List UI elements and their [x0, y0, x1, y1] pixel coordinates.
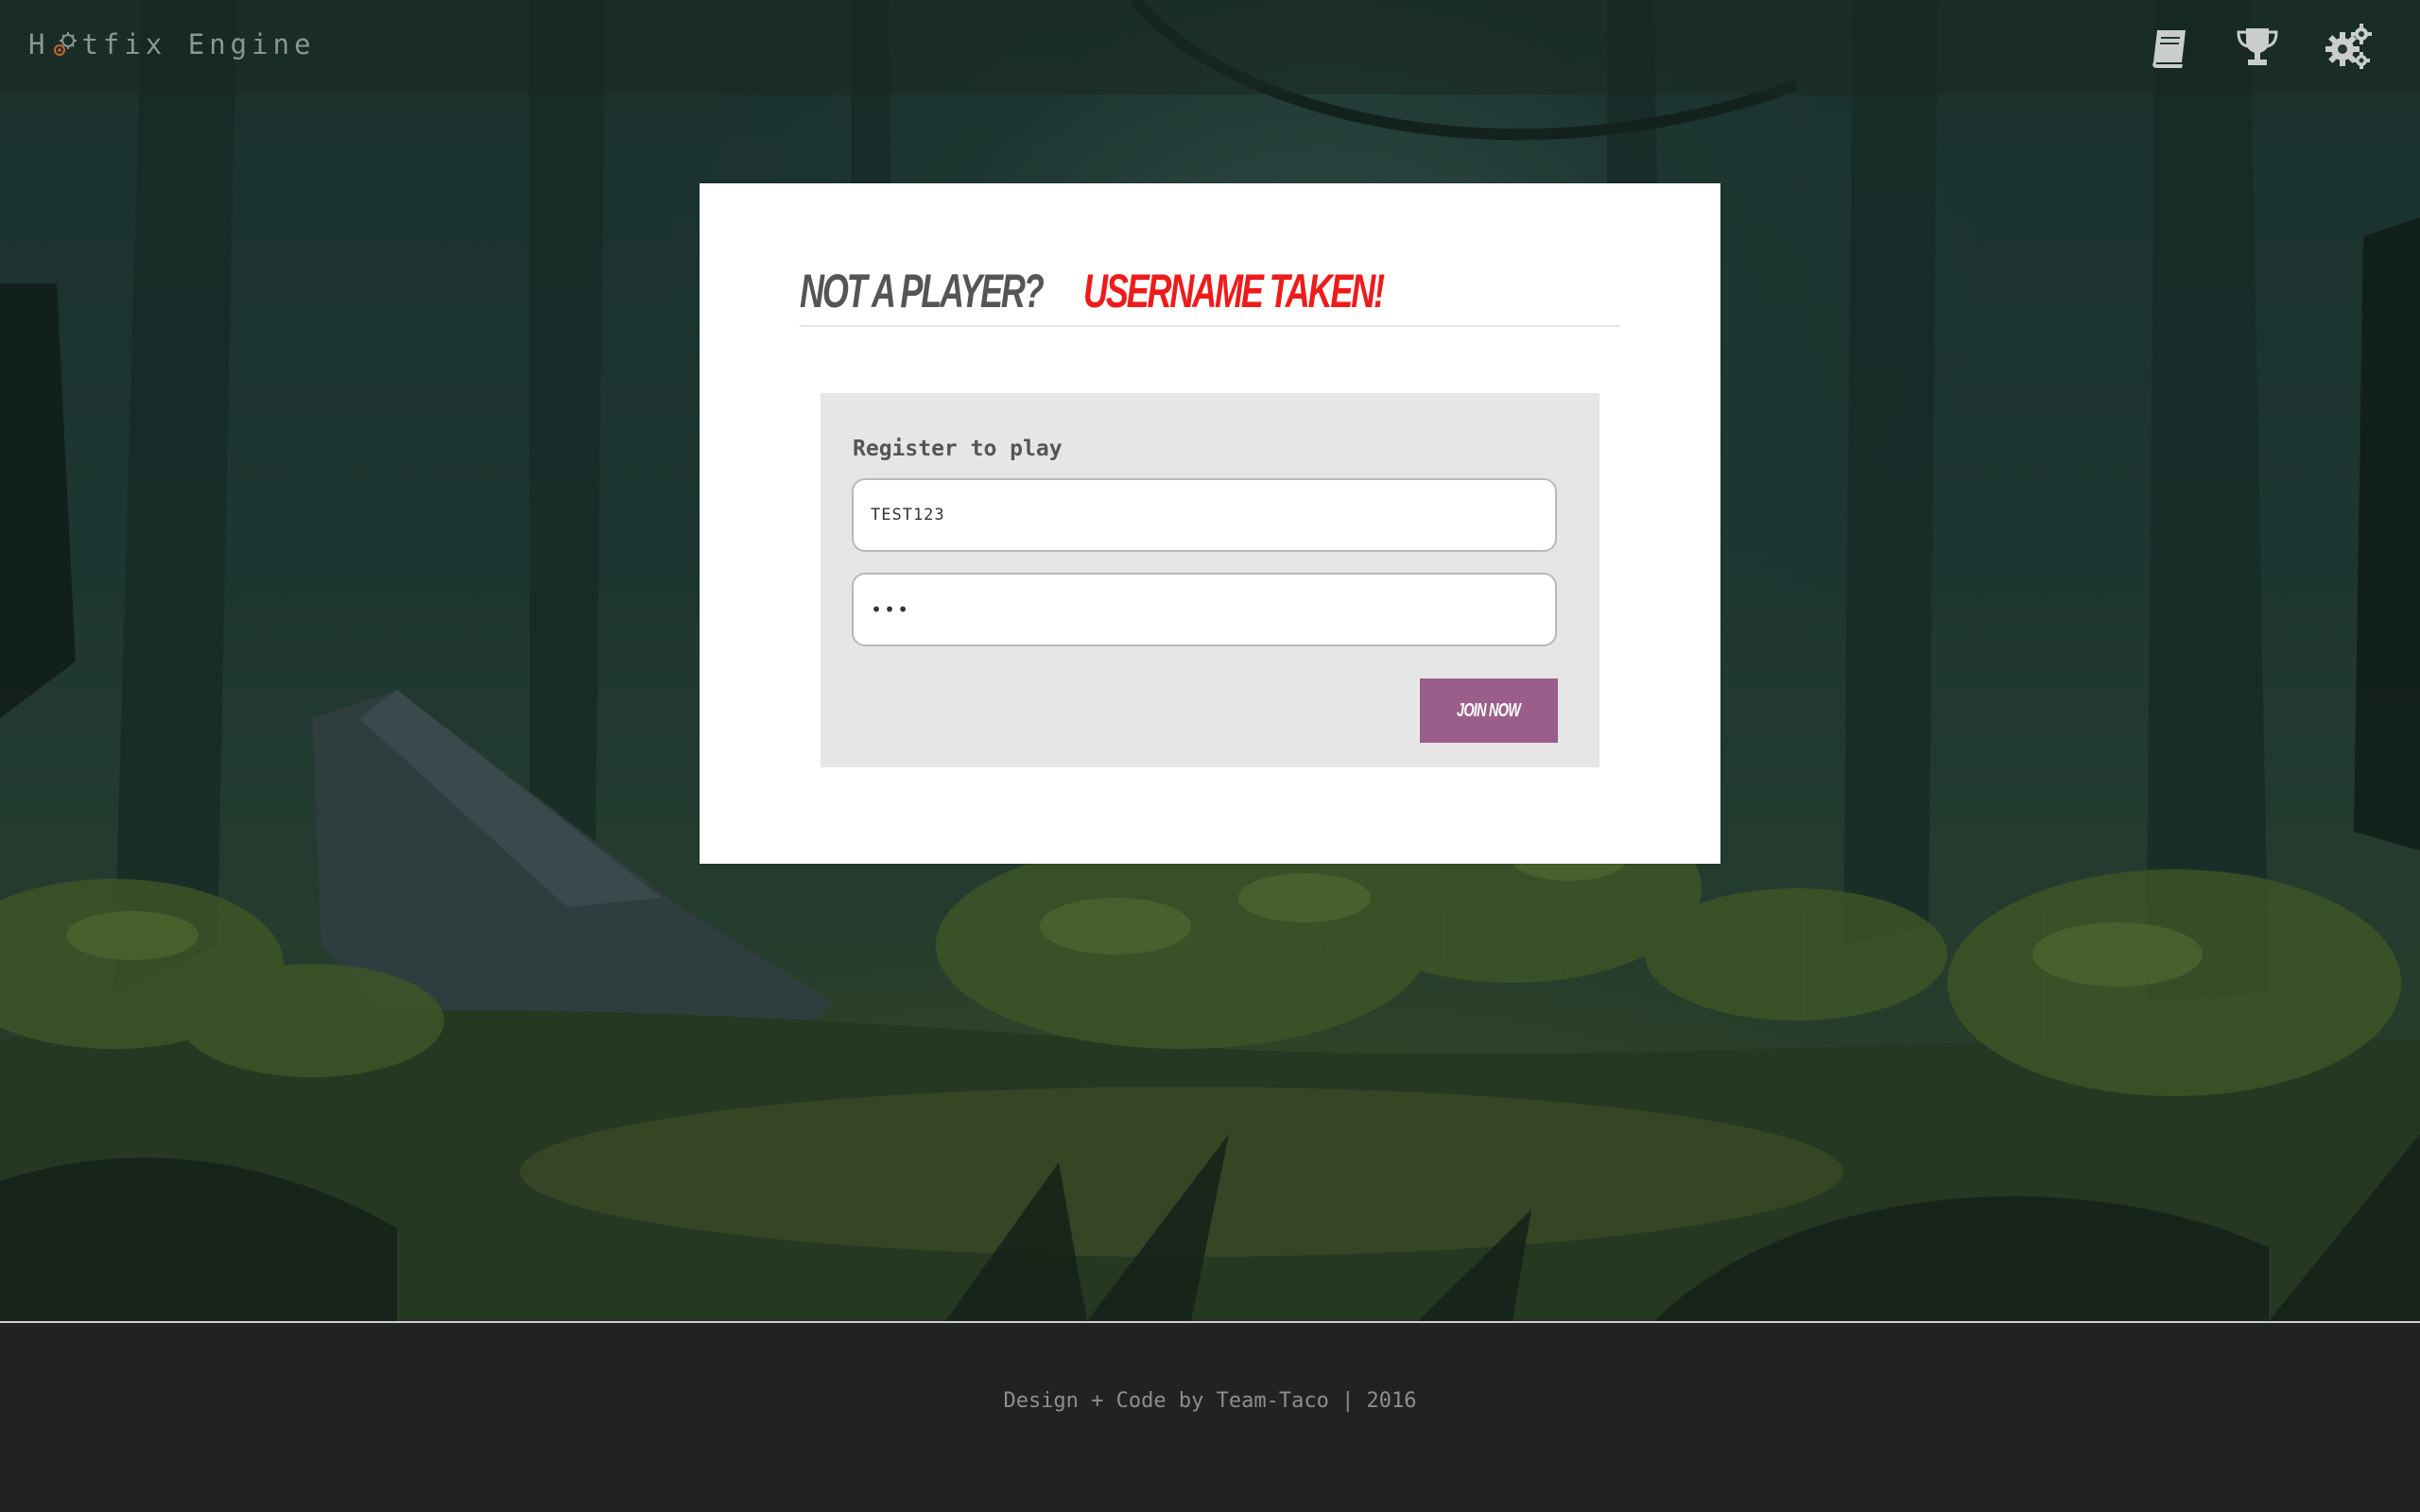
register-form: Register to play Join now — [821, 393, 1599, 767]
heading-not-a-player: Not a player? — [800, 265, 1045, 318]
page-footer: Design + Code by Team-Taco | 2016 — [0, 1321, 2420, 1512]
register-card: Not a player? Username taken! Register t… — [700, 183, 1720, 864]
password-input[interactable] — [852, 573, 1557, 646]
trophy-icon[interactable] — [2231, 21, 2284, 74]
error-username-taken: Username taken! — [1083, 265, 1385, 318]
form-title: Register to play — [853, 437, 1063, 461]
join-now-label: Join now — [1457, 699, 1521, 721]
app-page: H tfix Engine NOT A PLAYER? USERNAME TAK… — [0, 0, 2420, 1512]
app-logo[interactable]: H tfix Engine — [28, 28, 316, 60]
brand-text-suffix: tfix Engine — [81, 28, 316, 60]
gear-icon — [51, 30, 79, 59]
join-now-button[interactable]: Join now — [1420, 679, 1558, 743]
top-navigation-bar: H tfix Engine — [0, 0, 2420, 94]
register-heading: Not a player? Username taken! — [800, 261, 1620, 327]
book-icon[interactable] — [2144, 21, 2197, 74]
brand-text-prefix: H — [28, 28, 50, 60]
footer-credits: Design + Code by Team-Taco | 2016 — [1003, 1389, 1417, 1413]
username-input[interactable] — [852, 478, 1557, 552]
settings-gears-icon[interactable] — [2322, 21, 2375, 74]
